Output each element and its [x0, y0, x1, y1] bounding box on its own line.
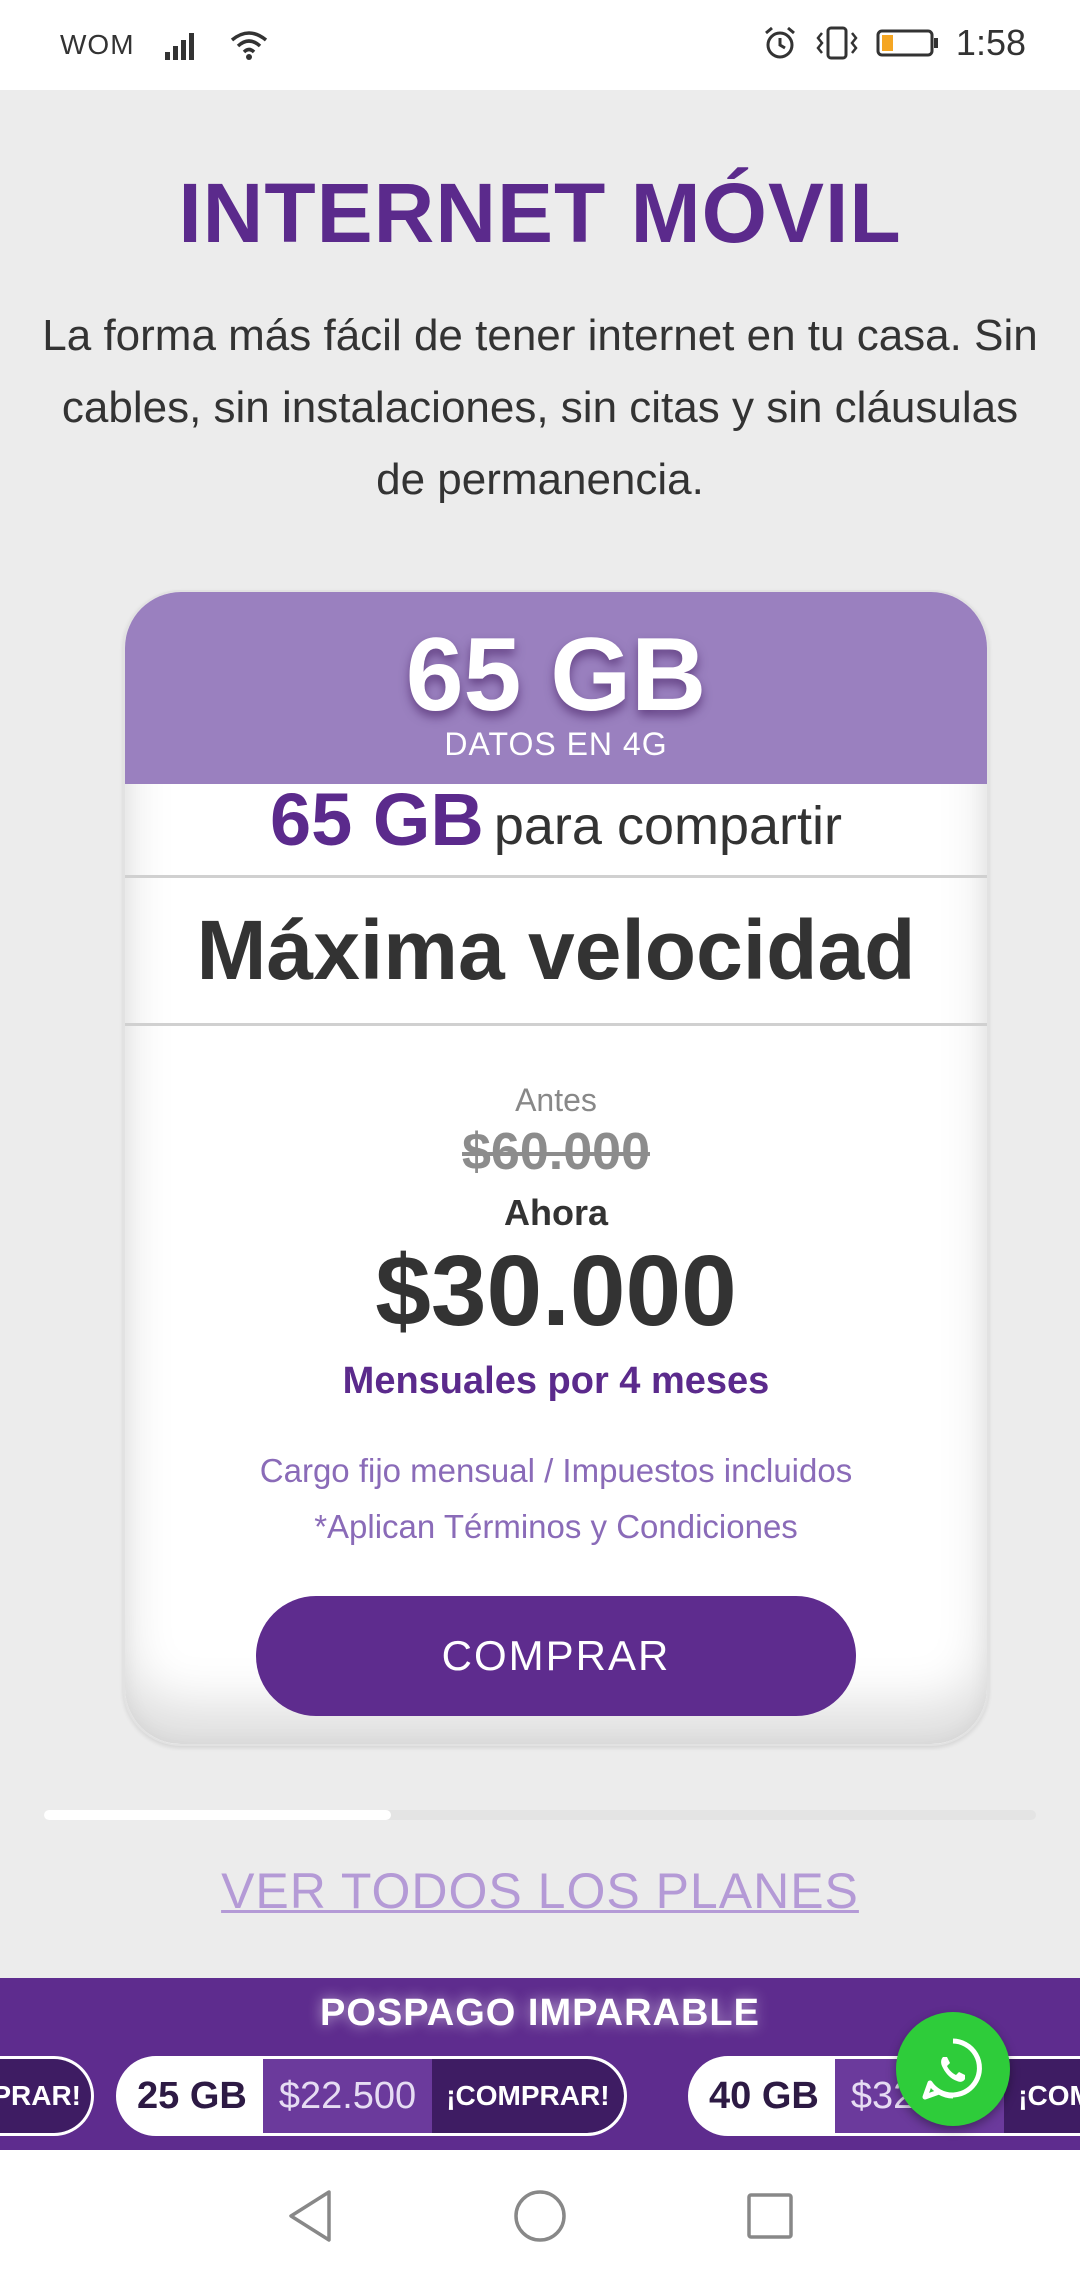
banner-plan-gb: 25 GB	[137, 2074, 247, 2117]
all-plans-link[interactable]: VER TODOS LOS PLANES	[0, 1862, 1080, 1920]
banner-plan-gb: 40 GB	[709, 2074, 819, 2117]
share-row: 65 GB para compartir	[125, 783, 987, 878]
home-icon	[514, 2190, 566, 2242]
whatsapp-button[interactable]	[896, 2012, 1010, 2126]
speed-row: Máxima velocidad	[125, 878, 987, 1026]
terms-line-2[interactable]: *Aplican Términos y Condiciones	[125, 1508, 987, 1546]
battery-icon	[876, 27, 940, 59]
plan-card-header: 65 GB DATOS EN 4G	[125, 592, 987, 784]
share-text: para compartir	[493, 796, 842, 856]
banner-plan-buy-button[interactable]: ¡COMPRAR!	[1004, 2059, 1080, 2133]
plan-data-amount: 65 GB	[405, 617, 707, 733]
now-price: $30.000	[375, 1235, 737, 1347]
navigation-bar	[0, 2150, 1080, 2280]
plan-card: 65 GB DATOS EN 4G 65 GB para compartir Má…	[123, 590, 989, 1746]
back-button[interactable]	[278, 2184, 342, 2248]
monthly-note: Mensuales por 4 meses	[342, 1360, 770, 1402]
recents-button[interactable]	[738, 2184, 802, 2248]
vibrate-icon	[814, 25, 860, 61]
plan-data-type: DATOS EN 4G	[444, 726, 668, 762]
banner-plan-pill[interactable]: 25 GB $22.500 ¡COMPRAR!	[116, 2056, 627, 2136]
now-label: Ahora	[503, 1192, 608, 1233]
page-title: INTERNET MÓVIL	[178, 166, 902, 260]
home-button[interactable]	[508, 2184, 572, 2248]
before-price: $60.000	[125, 1122, 987, 1182]
whatsapp-icon	[922, 2038, 982, 2100]
carrier-name: WOM	[60, 29, 135, 60]
alarm-icon	[762, 25, 798, 61]
partial-buy-button[interactable]: PRAR!	[0, 2056, 94, 2136]
before-price-value: $60.000	[462, 1123, 650, 1181]
banner-plan-buy-button[interactable]: ¡COMPRAR!	[432, 2059, 624, 2133]
page-description: La forma más fácil de tener internet en …	[42, 311, 1038, 504]
status-bar: WOM 1:58	[0, 0, 1080, 90]
signal-icon	[163, 30, 201, 60]
terms-line-1: Cargo fijo mensual / Impuestos incluidos	[259, 1452, 853, 1489]
back-icon	[289, 2190, 331, 2242]
before-label: Antes	[515, 1082, 597, 1118]
recents-icon	[747, 2193, 793, 2239]
banner-plan-price: $22.500	[262, 2059, 433, 2133]
buy-button[interactable]: COMPRAR	[256, 1596, 856, 1716]
clock: 1:58	[955, 22, 1026, 63]
share-gb: 65 GB	[269, 778, 484, 861]
carousel-scrollbar[interactable]	[44, 1810, 1036, 1820]
carousel-scroll-thumb[interactable]	[44, 1810, 391, 1820]
banner-plan-pill[interactable]: 40 GB $32.500 ¡COMPRAR!	[688, 2056, 1080, 2136]
wifi-icon	[229, 28, 269, 62]
speed-text: Máxima velocidad	[196, 903, 916, 997]
